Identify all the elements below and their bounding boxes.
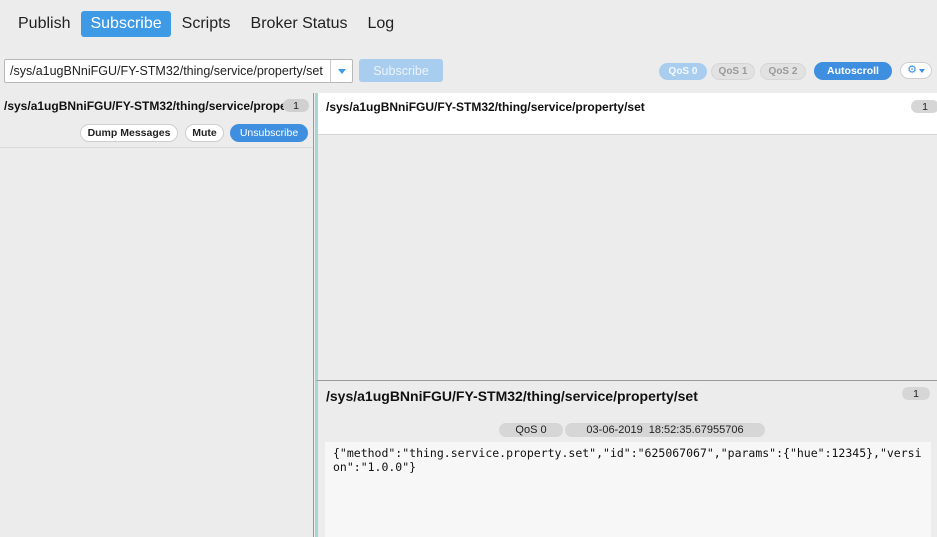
subscription-topic: /sys/a1ugBNniFGU/FY-STM32/thing/service/…: [4, 99, 284, 113]
tab-publish[interactable]: Publish: [9, 11, 79, 37]
message-payload[interactable]: {"method":"thing.service.property.set","…: [325, 442, 931, 537]
tab-scripts[interactable]: Scripts: [173, 11, 240, 37]
message-topic: /sys/a1ugBNniFGU/FY-STM32/thing/service/…: [326, 100, 645, 114]
qos2-toggle[interactable]: QoS 2: [760, 63, 806, 80]
subscriptions-panel: /sys/a1ugBNniFGU/FY-STM32/thing/service/…: [0, 93, 314, 537]
qos0-toggle[interactable]: QoS 0: [659, 63, 707, 80]
tab-broker-status[interactable]: Broker Status: [242, 11, 357, 37]
message-detail-pane: /sys/a1ugBNniFGU/FY-STM32/thing/service/…: [315, 380, 937, 537]
unsubscribe-button[interactable]: Unsubscribe: [230, 124, 308, 142]
chevron-down-icon: [337, 68, 346, 74]
detail-count-badge: 1: [902, 387, 930, 400]
settings-dropdown-button[interactable]: ⚙: [900, 62, 932, 79]
message-row[interactable]: /sys/a1ugBNniFGU/FY-STM32/thing/service/…: [318, 93, 937, 135]
subscription-count-badge: 1: [283, 99, 309, 112]
subscribe-button[interactable]: Subscribe: [359, 59, 443, 82]
tab-log[interactable]: Log: [358, 11, 403, 37]
detail-topic: /sys/a1ugBNniFGU/FY-STM32/thing/service/…: [326, 388, 698, 404]
mute-button[interactable]: Mute: [185, 124, 224, 142]
qos1-toggle[interactable]: QoS 1: [711, 63, 755, 80]
detail-timestamp-badge: 03-06-2019 18:52:35.67955706: [565, 423, 765, 437]
topic-combobox[interactable]: [4, 59, 353, 83]
topic-input[interactable]: [5, 61, 329, 81]
tab-subscribe[interactable]: Subscribe: [81, 11, 171, 37]
chevron-down-icon: [918, 68, 925, 73]
detail-qos-badge: QoS 0: [499, 423, 563, 437]
subscription-item[interactable]: /sys/a1ugBNniFGU/FY-STM32/thing/service/…: [0, 93, 313, 148]
dump-messages-button[interactable]: Dump Messages: [80, 124, 178, 142]
top-nav: Publish Subscribe Scripts Broker Status …: [0, 0, 937, 48]
subscribe-toolbar: Subscribe QoS 0 QoS 1 QoS 2: [0, 56, 937, 86]
autoscroll-button[interactable]: Autoscroll: [814, 62, 892, 80]
topic-dropdown-button[interactable]: [330, 60, 352, 82]
message-list: /sys/a1ugBNniFGU/FY-STM32/thing/service/…: [315, 93, 937, 380]
message-count-badge: 1: [911, 100, 937, 113]
gear-icon: ⚙: [907, 64, 917, 76]
